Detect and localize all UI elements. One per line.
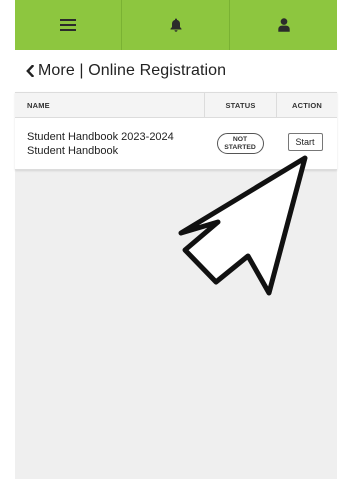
notifications-tab[interactable] xyxy=(122,0,230,50)
form-subtitle: Student Handbook xyxy=(27,144,119,157)
menu-tab[interactable] xyxy=(15,0,122,50)
profile-tab[interactable] xyxy=(230,0,337,50)
back-button[interactable] xyxy=(26,65,34,77)
user-icon xyxy=(277,18,290,32)
menu-icon xyxy=(60,19,76,31)
status-badge: NOT STARTED xyxy=(216,133,264,154)
row-action-cell: Start xyxy=(276,118,337,169)
page-header: More | Online Registration xyxy=(15,50,337,92)
page-title: More | Online Registration xyxy=(38,62,227,79)
form-title: Student Handbook 2023-2024 xyxy=(27,130,174,143)
bell-icon xyxy=(170,18,181,32)
app-frame: More | Online Registration NAME STATUS A… xyxy=(15,0,337,479)
column-header-status: STATUS xyxy=(204,93,276,117)
row-status-cell: NOT STARTED xyxy=(204,118,276,169)
chevron-left-icon xyxy=(26,65,34,77)
row-name-cell: Student Handbook 2023-2024 Student Handb… xyxy=(15,130,204,158)
status-badge-line1: NOT xyxy=(232,135,248,143)
registration-table: NAME STATUS ACTION Student Handbook 2023… xyxy=(15,92,337,170)
column-header-action: ACTION xyxy=(276,93,337,117)
column-header-name: NAME xyxy=(27,100,50,110)
top-nav-bar xyxy=(15,0,337,50)
start-button[interactable]: Start xyxy=(287,133,323,151)
status-badge-line2: STARTED xyxy=(224,143,256,151)
table-header: NAME STATUS ACTION xyxy=(15,92,337,118)
table-row[interactable]: Student Handbook 2023-2024 Student Handb… xyxy=(15,118,337,170)
